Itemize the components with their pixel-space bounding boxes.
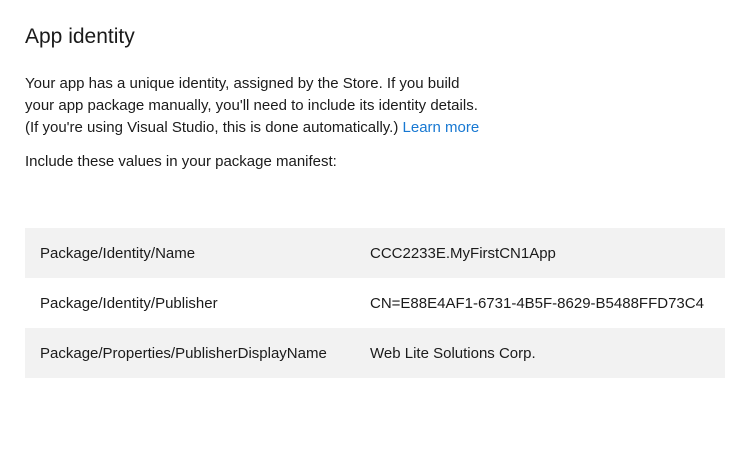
intro-text: Your app has a unique identity, assigned… xyxy=(25,73,730,139)
manifest-value: CCC2233E.MyFirstCN1App xyxy=(370,244,556,262)
table-row: Package/Identity/Publisher CN=E88E4AF1-6… xyxy=(25,278,725,328)
manifest-key: Package/Properties/PublisherDisplayName xyxy=(40,344,327,362)
table-row: Package/Identity/Name CCC2233E.MyFirstCN… xyxy=(25,228,725,278)
table-row: Package/Properties/PublisherDisplayName … xyxy=(25,328,725,378)
intro-line-2: your app package manually, you'll need t… xyxy=(25,97,478,114)
manifest-instruction: Include these values in your package man… xyxy=(25,153,337,170)
manifest-value: Web Lite Solutions Corp. xyxy=(370,344,536,362)
identity-table: Package/Identity/Name CCC2233E.MyFirstCN… xyxy=(25,228,725,378)
manifest-value: CN=E88E4AF1-6731-4B5F-8629-B5488FFD73C4 xyxy=(370,294,704,312)
manifest-key: Package/Identity/Name xyxy=(40,244,196,262)
page-title: App identity xyxy=(25,25,135,48)
manifest-key: Package/Identity/Publisher xyxy=(40,294,218,312)
app-identity-page: App identity Your app has a unique ident… xyxy=(0,24,755,378)
learn-more-link[interactable]: Learn more xyxy=(403,119,480,136)
intro-line-3: (If you're using Visual Studio, this is … xyxy=(25,117,730,139)
intro-line-3-text: (If you're using Visual Studio, this is … xyxy=(25,119,399,136)
intro-line-1: Your app has a unique identity, assigned… xyxy=(25,75,460,92)
